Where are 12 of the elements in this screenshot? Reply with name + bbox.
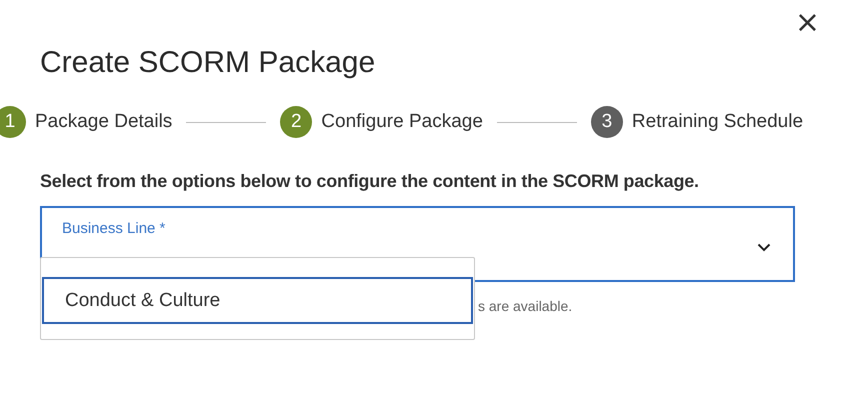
step-number: 1 [0,106,26,138]
step-label: Configure Package [321,111,483,133]
dropdown-option[interactable]: Conduct & Culture [42,277,473,324]
step-number: 2 [280,106,312,138]
chevron-down-icon [757,243,771,252]
close-button[interactable]: × [790,8,824,38]
helper-text: s are available. [478,298,572,314]
step-label: Package Details [35,111,172,133]
instruction-text: Select from the options below to configure the content in the SCORM package. [40,171,700,192]
dialog-title: Create SCORM Package [40,46,376,80]
step-label: Retraining Schedule [632,111,804,133]
step-number: 3 [590,106,623,138]
